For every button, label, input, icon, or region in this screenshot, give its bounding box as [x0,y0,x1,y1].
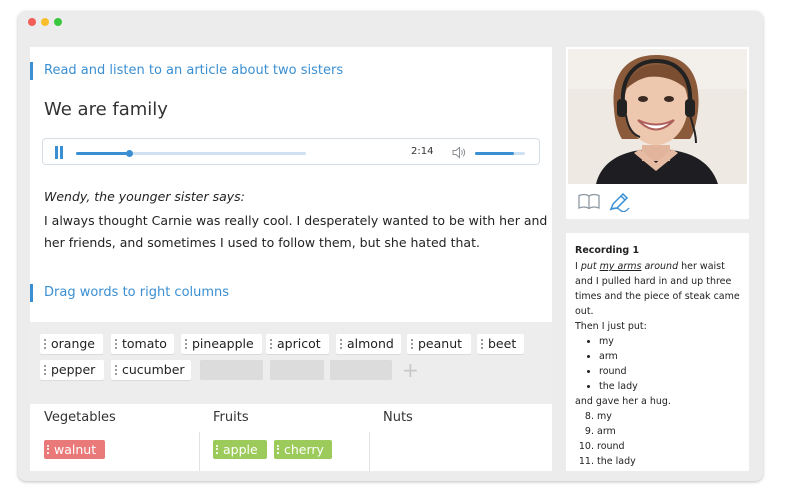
empty-word-slot [330,360,392,380]
audio-time: 2:14 [411,146,434,157]
column-divider [369,432,370,471]
empty-word-slot [200,360,263,380]
transcript-line: Then I just put: [575,321,647,332]
column-heading-vegetables: Vegetables [44,410,116,425]
drag-handle-icon [115,339,117,349]
list-item: the lady [599,379,740,394]
word-chip-cucumber[interactable]: cucumber [111,360,191,380]
drag-handle-icon [411,339,413,349]
word-chip-apricot[interactable]: apricot [266,334,329,354]
transcript-bullet-list: my arm round the lady [575,334,740,394]
drag-handle-icon [44,339,46,349]
lesson-panel: Read and listen to an article about two … [30,47,552,471]
article-text: I always thought Carnie was really cool.… [44,213,548,250]
empty-word-slot [270,360,324,380]
volume-level [475,152,514,155]
title-bar [18,11,763,33]
drag-handle-icon [47,445,49,454]
placed-word-apple[interactable]: apple [213,440,267,459]
transcript-panel: Recording 1 I put my arms around her wai… [566,233,749,471]
audio-progress-track[interactable] [76,150,306,157]
column-divider [199,432,200,471]
word-chip-tomato[interactable]: tomato [111,334,174,354]
pen-icon[interactable] [608,192,630,212]
audio-player: 2:14 [42,138,540,165]
volume-icon[interactable] [452,146,466,159]
volume-slider[interactable] [475,152,525,155]
column-heading-fruits: Fruits [213,410,249,425]
list-item: round [599,364,740,379]
list-item: arm [599,349,740,364]
article-title: We are family [44,99,168,120]
minimize-window-button[interactable] [41,18,49,26]
speaker-label: Wendy, the younger sister says: [44,189,245,204]
word-chip-pineapple[interactable]: pineapple [181,334,262,354]
drag-handle-icon [481,339,483,349]
drag-handle-icon [185,339,187,349]
drag-handle-icon [340,339,342,349]
transcript-paragraph: I put my arms around her waist and I pul… [575,261,740,317]
word-chip-beet[interactable]: beet [477,334,524,354]
list-item: arm [597,424,740,439]
placed-word-walnut[interactable]: walnut [44,440,105,459]
word-chip-pepper[interactable]: pepper [40,360,104,380]
drag-handle-icon [44,365,46,375]
transcript-line: and gave her a hug. [575,396,671,407]
list-item: round [597,439,740,454]
word-chip-orange[interactable]: orange [40,334,103,354]
section-title-read-listen: Read and listen to an article about two … [30,62,343,80]
audio-progress-bar [76,152,129,155]
word-chip-almond[interactable]: almond [336,334,401,354]
book-icon[interactable] [578,193,600,210]
transcript-numbered-list: my arm round the lady [575,409,740,469]
placed-word-cherry[interactable]: cherry [274,440,332,459]
app-window: Read and listen to an article about two … [18,11,763,481]
list-item: my [597,409,740,424]
column-heading-nuts: Nuts [383,410,413,425]
zoom-window-button[interactable] [54,18,62,26]
close-window-button[interactable] [28,18,36,26]
drag-handle-icon [216,445,218,454]
add-word-icon[interactable]: + [402,360,419,380]
video-panel [566,47,749,219]
teacher-video[interactable] [568,49,747,184]
word-chip-peanut[interactable]: peanut [407,334,471,354]
drag-handle-icon [270,339,272,349]
word-bank: orange tomato pineapple apricot almond p… [30,322,552,404]
teacher-photo [568,49,747,184]
section-title-drag-words: Drag words to right columns [30,284,229,302]
drag-handle-icon [277,445,279,454]
list-item: the lady [597,454,740,469]
audio-progress-handle[interactable] [125,150,133,157]
list-item: my [599,334,740,349]
pause-icon[interactable] [54,146,65,159]
drag-handle-icon [115,365,117,375]
recording-title: Recording 1 [575,245,640,256]
